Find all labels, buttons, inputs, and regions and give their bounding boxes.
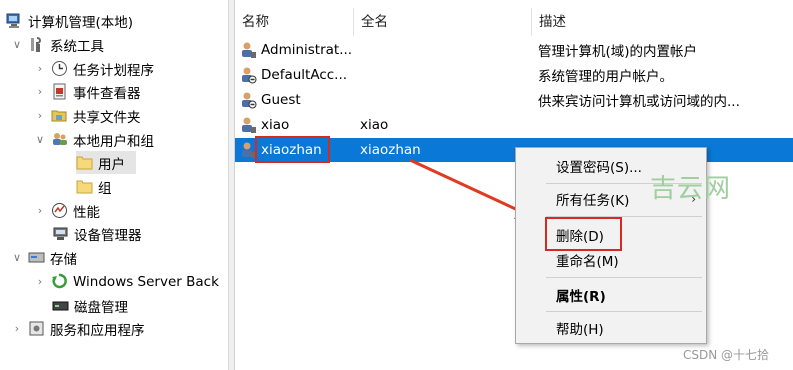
credit-text: CSDN @十七拾	[683, 348, 770, 362]
menu-item-help[interactable]: 帮助(H)	[516, 316, 706, 340]
watermark: 吉云网	[650, 174, 732, 204]
menu-item-rename[interactable]: 重命名(M)	[516, 248, 706, 272]
menu-item-all-tasks-label: 所有任务(K)	[556, 193, 630, 209]
menu-separator	[546, 311, 702, 312]
menu-item-properties[interactable]: 属性(R)	[516, 283, 706, 307]
menu-separator	[546, 277, 702, 278]
highlight-box-delete	[545, 217, 622, 251]
